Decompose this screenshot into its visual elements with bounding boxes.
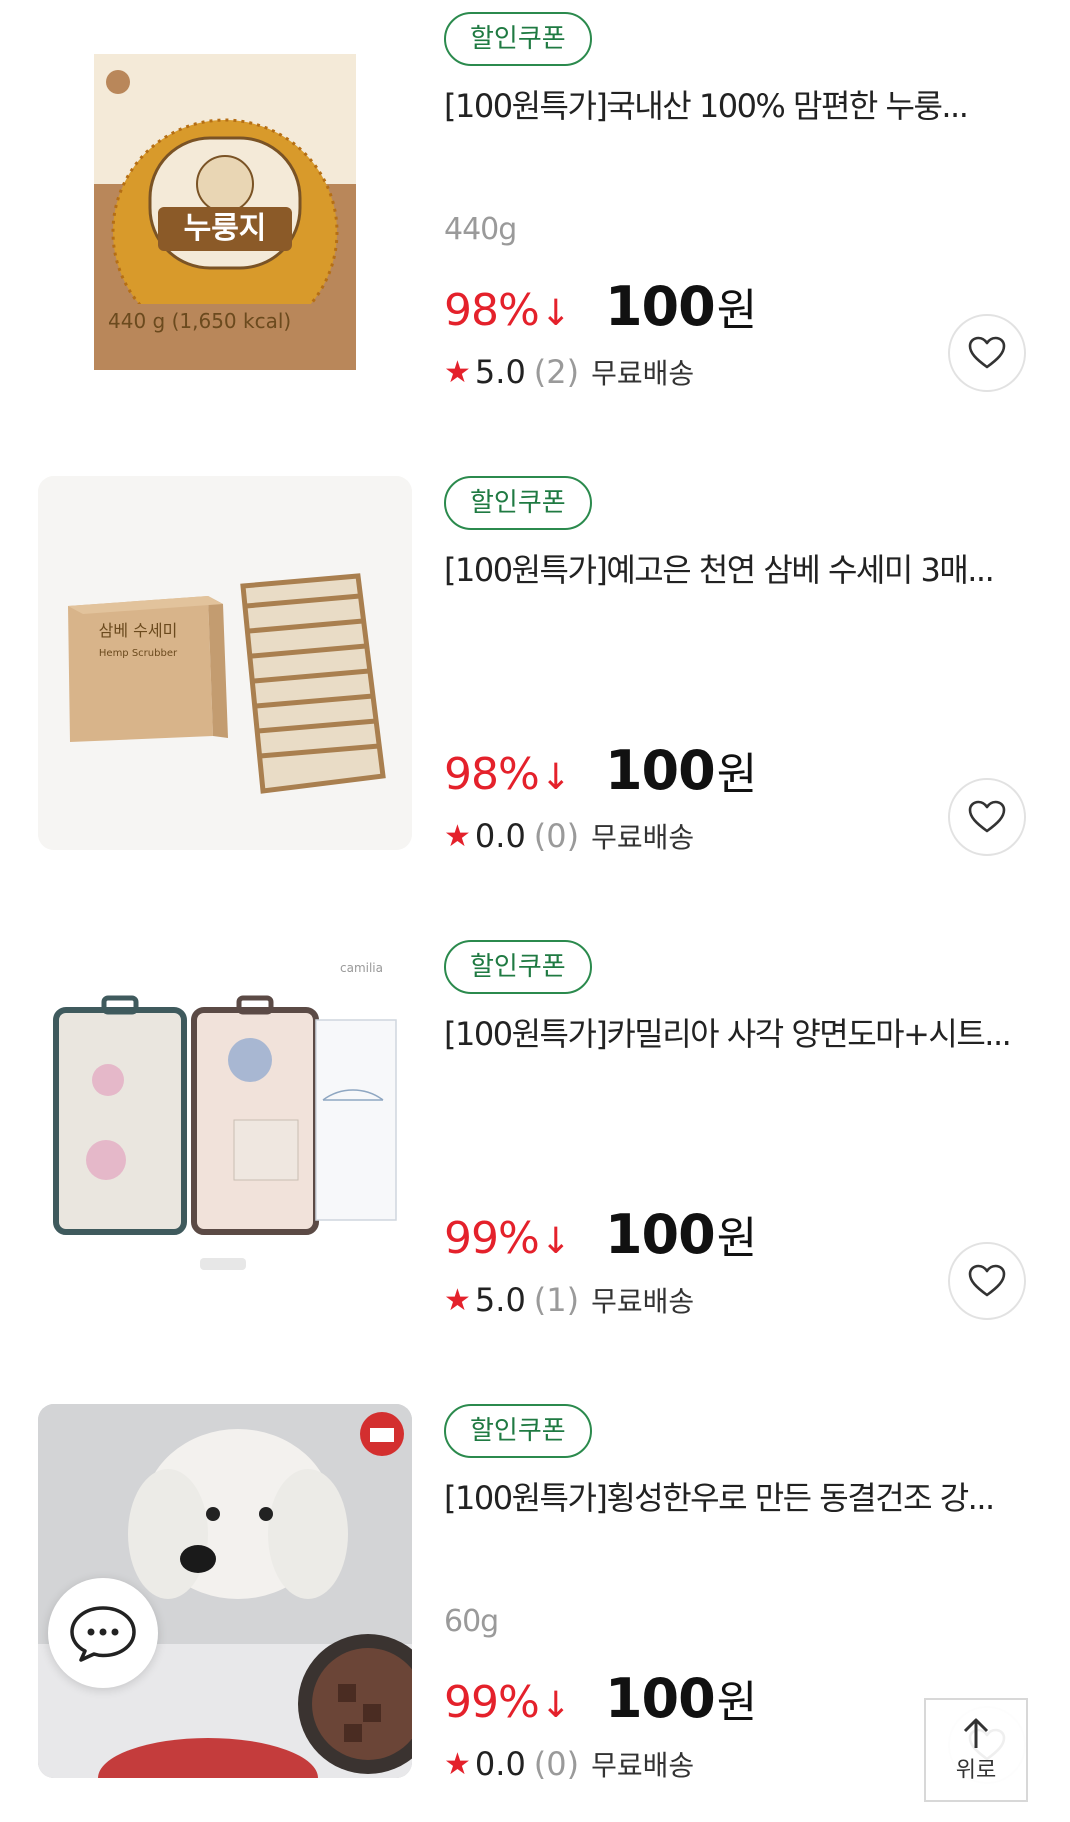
heart-icon (968, 336, 1006, 369)
heart-icon (968, 1264, 1006, 1297)
product-image[interactable]: 삼베 수세미 Hemp Scrubber (38, 476, 412, 850)
discount-arrow-icon: ↓ (540, 293, 571, 334)
box-sub: Hemp Scrubber (99, 648, 178, 659)
heart-icon (968, 800, 1006, 833)
rating-value: 5.0 (474, 1281, 526, 1319)
review-count: (2) (533, 353, 580, 391)
price-value: 100 (604, 275, 716, 338)
star-icon: ★ (444, 1282, 471, 1318)
price-row: 98% ↓ 100 원 (444, 738, 757, 802)
product-image[interactable]: camilia (38, 940, 412, 1314)
coupon-badge[interactable]: 할인쿠폰 (444, 12, 592, 66)
discount-rate: 98% (444, 285, 540, 336)
scroll-top-button[interactable]: 위로 (924, 1698, 1028, 1802)
star-icon: ★ (444, 818, 471, 854)
star-icon: ★ (444, 1746, 471, 1782)
price-row: 99% ↓ 100 원 (444, 1666, 757, 1730)
product-title[interactable]: [100원특가]횡성한우로 만든 동결건조 강... (444, 1476, 1024, 1520)
wishlist-button[interactable] (948, 778, 1026, 856)
product-card[interactable]: 삼베 수세미 Hemp Scrubber 할인쿠폰 [100원특가]예고은 천연… (0, 476, 1070, 906)
product-list: 누룽지 440 g (1,650 kcal) 할인쿠폰 [100원특가]국내산 … (0, 0, 1070, 1822)
price-currency: 원 (716, 285, 758, 336)
price-row: 98% ↓ 100 원 (444, 274, 757, 338)
arrow-up-icon (963, 1718, 989, 1748)
rating-value: 0.0 (474, 817, 526, 855)
chat-bubble-icon (70, 1606, 136, 1662)
discount-rate: 99% (444, 1213, 540, 1264)
price-currency: 원 (716, 1213, 758, 1264)
product-card[interactable]: 할인쿠폰 [100원특가]횡성한우로 만든 동결건조 강... 60g 99% … (0, 1404, 1070, 1822)
meta-row: ★ 5.0 (2) 무료배송 (444, 350, 694, 394)
coupon-badge[interactable]: 할인쿠폰 (444, 1404, 592, 1458)
meta-row: ★ 5.0 (1) 무료배송 (444, 1278, 694, 1322)
meta-row: ★ 0.0 (0) 무료배송 (444, 814, 694, 858)
hemp-scrubber-image: 삼베 수세미 Hemp Scrubber (38, 476, 412, 850)
review-count: (0) (533, 1745, 580, 1783)
scroll-top-label: 위로 (955, 1758, 997, 1783)
coupon-badge[interactable]: 할인쿠폰 (444, 940, 592, 994)
box-label: 삼베 수세미 (99, 621, 178, 640)
shipping-label: 무료배송 (591, 357, 695, 390)
price-value: 100 (604, 1667, 716, 1730)
rating-value: 5.0 (474, 353, 526, 391)
product-card[interactable]: 누룽지 440 g (1,650 kcal) 할인쿠폰 [100원특가]국내산 … (0, 12, 1070, 442)
price-value: 100 (604, 739, 716, 802)
discount-rate: 99% (444, 1677, 540, 1728)
product-weight: 440g (444, 212, 517, 247)
price-currency: 원 (716, 1677, 758, 1728)
product-card[interactable]: camilia 할인쿠폰 [100원특가]카밀리아 사각 양면도마+시트... … (0, 940, 1070, 1370)
package-sub: 440 g (1,650 kcal) (108, 309, 291, 333)
product-weight: 60g (444, 1604, 499, 1639)
review-count: (0) (533, 817, 580, 855)
wishlist-button[interactable] (948, 1242, 1026, 1320)
price-currency: 원 (716, 749, 758, 800)
star-icon: ★ (444, 354, 471, 390)
review-count: (1) (533, 1281, 580, 1319)
coupon-badge[interactable]: 할인쿠폰 (444, 476, 592, 530)
discount-arrow-icon: ↓ (540, 1221, 571, 1262)
price-row: 99% ↓ 100 원 (444, 1202, 757, 1266)
shipping-label: 무료배송 (591, 1285, 695, 1318)
product-title[interactable]: [100원특가]예고은 천연 삼베 수세미 3매... (444, 548, 1024, 592)
nurungji-package-image: 누룽지 440 g (1,650 kcal) (94, 54, 356, 370)
product-title[interactable]: [100원특가]국내산 100% 맘편한 누룽... (444, 84, 1024, 128)
discount-arrow-icon: ↓ (540, 757, 571, 798)
product-title[interactable]: [100원특가]카밀리아 사각 양면도마+시트... (444, 1012, 1024, 1056)
shipping-label: 무료배송 (591, 821, 695, 854)
cutting-board-image: camilia (38, 940, 412, 1314)
price-value: 100 (604, 1203, 716, 1266)
rating-value: 0.0 (474, 1745, 526, 1783)
chat-button[interactable] (48, 1578, 158, 1688)
discount-rate: 98% (444, 749, 540, 800)
product-image[interactable]: 누룽지 440 g (1,650 kcal) (38, 42, 412, 416)
shipping-label: 무료배송 (591, 1749, 695, 1782)
wishlist-button[interactable] (948, 314, 1026, 392)
brand-logo: camilia (340, 961, 383, 975)
package-label: 누룽지 (184, 211, 267, 246)
meta-row: ★ 0.0 (0) 무료배송 (444, 1742, 694, 1786)
discount-arrow-icon: ↓ (540, 1685, 571, 1726)
